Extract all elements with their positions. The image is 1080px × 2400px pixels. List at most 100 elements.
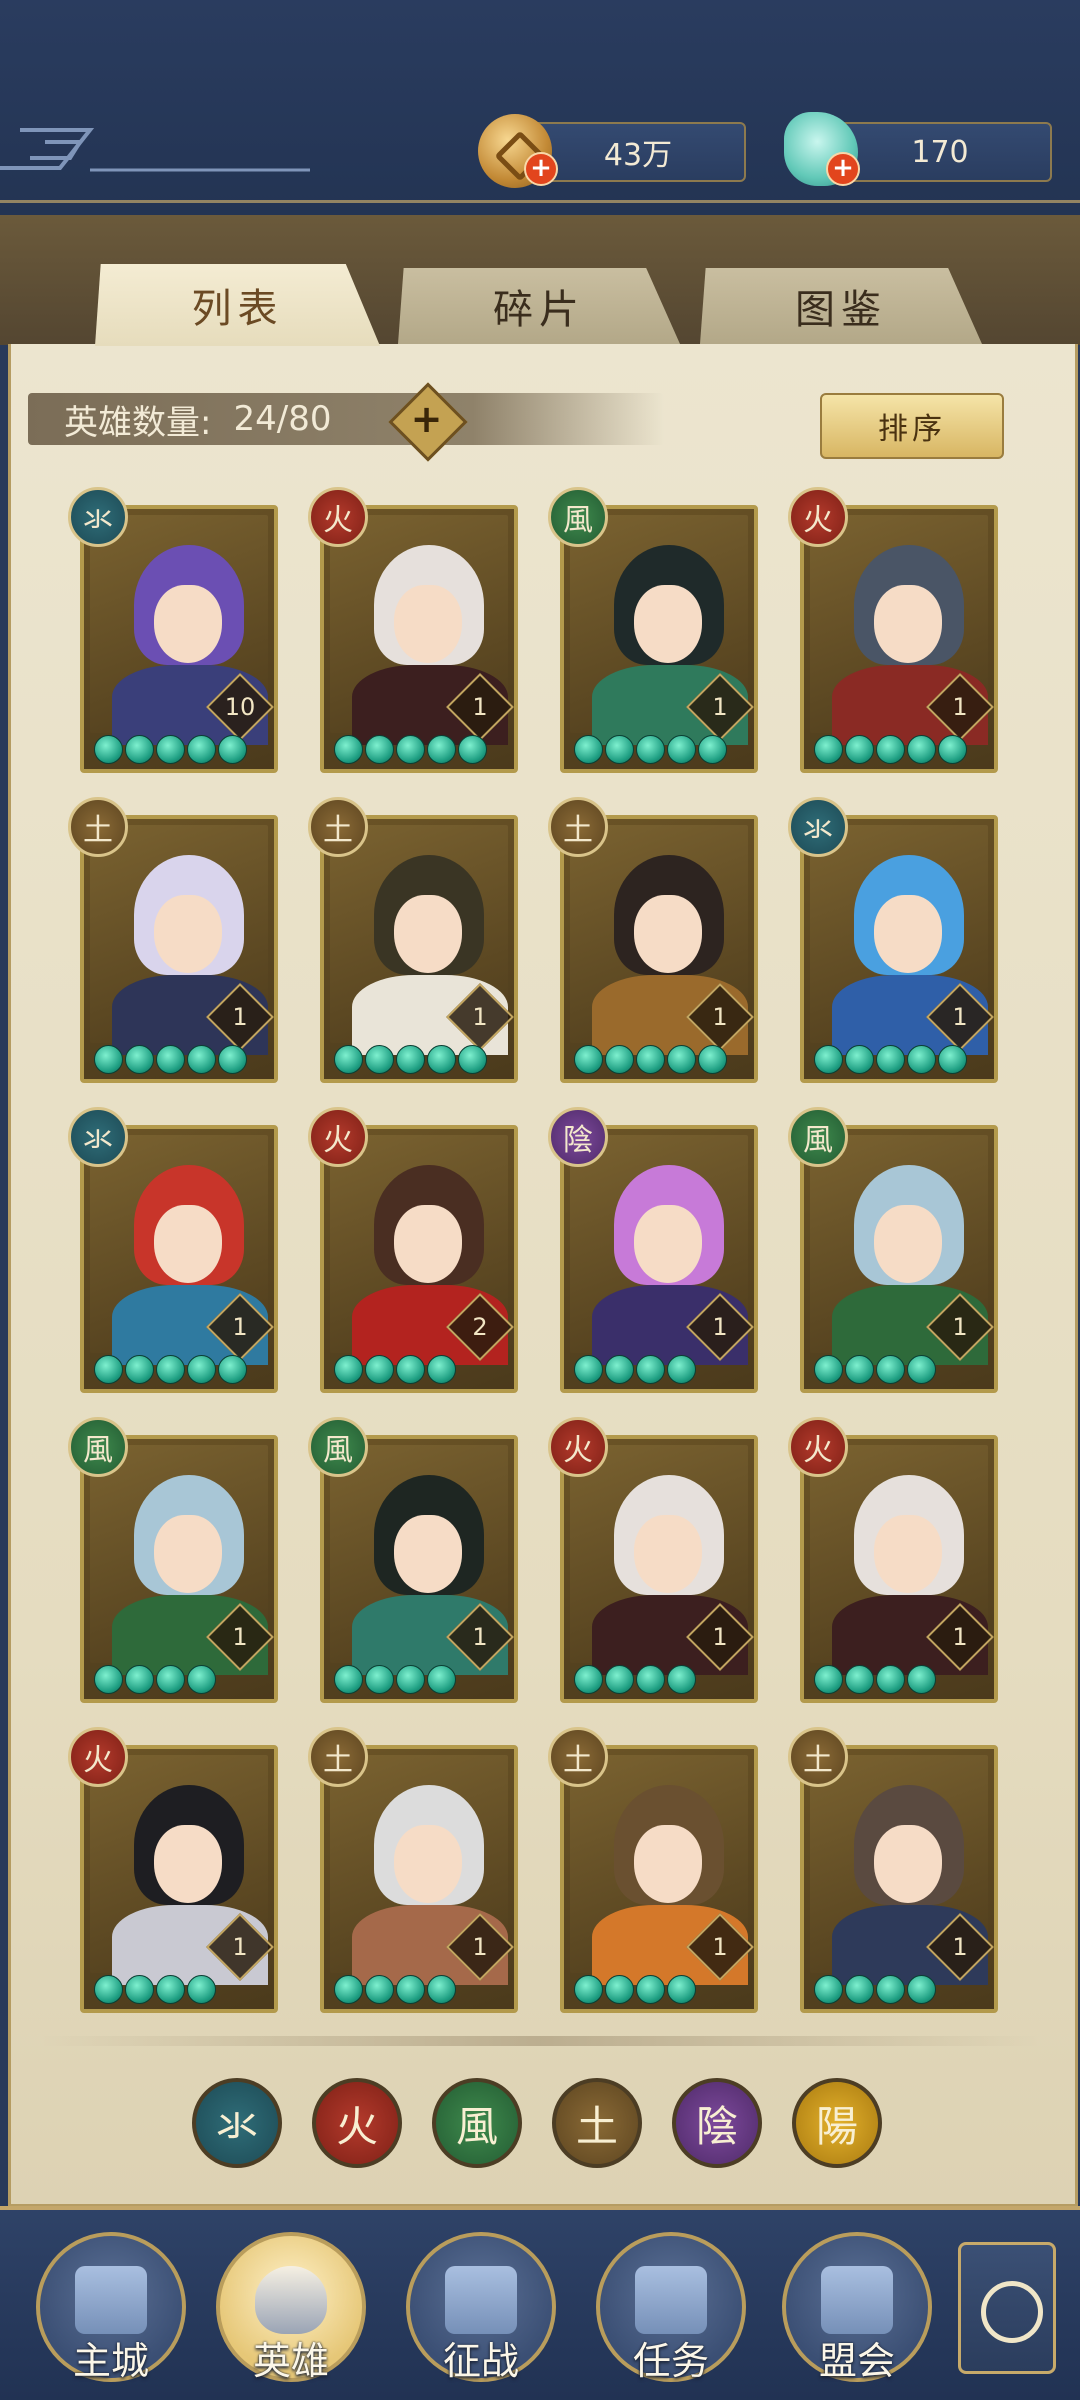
hero-card[interactable]: 1 <box>80 1745 278 2013</box>
hero-level: 1 <box>952 1623 968 1651</box>
jade-star-icon <box>636 1355 665 1384</box>
hero-card[interactable]: 1 <box>320 1745 518 2013</box>
jade-star-icon <box>396 735 425 764</box>
jade-star-icon <box>845 1665 874 1694</box>
hero-card[interactable]: 1 <box>80 1435 278 1703</box>
hero-card[interactable]: 1 <box>800 1125 998 1393</box>
jade-star-icon <box>396 1045 425 1074</box>
hero-count-label: 英雄数量: <box>64 402 212 443</box>
hero-level: 1 <box>952 1313 968 1341</box>
jade-star-icon <box>605 735 634 764</box>
jade-star-icon <box>156 1975 185 2004</box>
hero-face <box>634 1515 702 1593</box>
hero-stars <box>334 1665 456 1695</box>
gem-value: 170 <box>911 134 969 170</box>
jade-star-icon <box>218 1045 247 1074</box>
hero-card[interactable]: 2 <box>320 1125 518 1393</box>
hero-face <box>874 1515 942 1593</box>
hero-stars <box>94 1665 216 1695</box>
flower-menu-icon <box>981 2281 1043 2343</box>
coin-counter[interactable]: 43万 <box>530 122 746 182</box>
hero-element-badge: 火 <box>788 1417 848 1477</box>
jade-star-icon <box>187 1975 216 2004</box>
hero-stars <box>94 735 247 765</box>
jade-star-icon <box>636 1665 665 1694</box>
tab-codex[interactable]: 图鉴 <box>700 268 982 344</box>
hero-stars <box>334 1975 456 2005</box>
jade-star-icon <box>218 1355 247 1384</box>
jade-star-icon <box>125 1355 154 1384</box>
hero-element-badge: 火 <box>308 1107 368 1167</box>
nav-label: 任务 <box>632 2339 709 2383</box>
jade-star-icon <box>396 1975 425 2004</box>
hero-card[interactable]: 1 <box>800 1435 998 1703</box>
jade-star-icon <box>396 1665 425 1694</box>
sort-button[interactable]: 排序 <box>820 393 1004 459</box>
hero-card[interactable]: 1 <box>560 815 758 1083</box>
hero-card[interactable]: 1 <box>560 1125 758 1393</box>
hero-card[interactable]: 1 <box>320 505 518 773</box>
hero-card[interactable]: 1 <box>560 1745 758 2013</box>
hero-face <box>634 585 702 663</box>
hero-stars <box>334 1355 456 1385</box>
hero-card[interactable]: 1 <box>800 505 998 773</box>
gem-counter[interactable]: 170 <box>828 122 1052 182</box>
tab-fragments[interactable]: 碎片 <box>398 268 680 344</box>
hero-element-badge: 火 <box>68 1727 128 1787</box>
hero-card[interactable]: 1 <box>80 1125 278 1393</box>
task-scroll-icon <box>635 2266 707 2334</box>
jade-star-icon <box>365 1975 394 2004</box>
jade-star-icon <box>156 1665 185 1694</box>
hero-stars <box>814 1045 967 1075</box>
jade-star-icon <box>907 1355 936 1384</box>
grid-shelf-divider <box>40 2036 1040 2046</box>
jade-star-icon <box>187 735 216 764</box>
hero-level: 2 <box>472 1313 488 1341</box>
jade-star-icon <box>125 1045 154 1074</box>
more-menu-button[interactable] <box>958 2242 1056 2374</box>
filter-wind-button[interactable]: 風 <box>432 2078 522 2168</box>
hero-card[interactable]: 1 <box>800 815 998 1083</box>
hero-level: 1 <box>232 1933 248 1961</box>
filter-earth-button[interactable]: 土 <box>552 2078 642 2168</box>
hero-element-badge: 土 <box>548 1727 608 1787</box>
jade-star-icon <box>938 735 967 764</box>
hero-face <box>394 1825 462 1903</box>
jade-star-icon <box>814 1665 843 1694</box>
hero-face <box>874 1205 942 1283</box>
jade-star-icon <box>458 735 487 764</box>
hero-card[interactable]: 1 <box>800 1745 998 2013</box>
jade-star-icon <box>94 735 123 764</box>
jade-star-icon <box>907 735 936 764</box>
hero-stars <box>574 1665 696 1695</box>
hero-level: 1 <box>952 693 968 721</box>
nav-label: 主城 <box>72 2339 149 2383</box>
add-gem-button[interactable]: + <box>826 152 860 186</box>
filter-fire-button[interactable]: 火 <box>312 2078 402 2168</box>
jade-star-icon <box>938 1045 967 1074</box>
jade-star-icon <box>876 1665 905 1694</box>
hero-card[interactable]: 1 <box>320 1435 518 1703</box>
filter-yang-button[interactable]: 陽 <box>792 2078 882 2168</box>
hero-card[interactable]: 1 <box>320 815 518 1083</box>
hero-card[interactable]: 1 <box>80 815 278 1083</box>
tab-list[interactable]: 列表 <box>95 264 380 346</box>
hero-element-badge: 氺 <box>788 797 848 857</box>
hero-portrait-icon <box>255 2266 327 2334</box>
hero-card[interactable]: 10 <box>80 505 278 773</box>
jade-star-icon <box>218 735 247 764</box>
jade-star-icon <box>334 1975 363 2004</box>
jade-star-icon <box>427 1665 456 1694</box>
jade-star-icon <box>907 1665 936 1694</box>
jade-star-icon <box>365 735 394 764</box>
jade-star-icon <box>907 1045 936 1074</box>
jade-star-icon <box>187 1045 216 1074</box>
hero-card[interactable]: 1 <box>560 1435 758 1703</box>
filter-water-button[interactable]: 氺 <box>192 2078 282 2168</box>
jade-star-icon <box>845 1045 874 1074</box>
filter-yin-button[interactable]: 陰 <box>672 2078 762 2168</box>
hero-card[interactable]: 1 <box>560 505 758 773</box>
jade-star-icon <box>187 1355 216 1384</box>
hero-count-value: 24/80 <box>233 399 332 439</box>
add-coin-button[interactable]: + <box>524 152 558 186</box>
